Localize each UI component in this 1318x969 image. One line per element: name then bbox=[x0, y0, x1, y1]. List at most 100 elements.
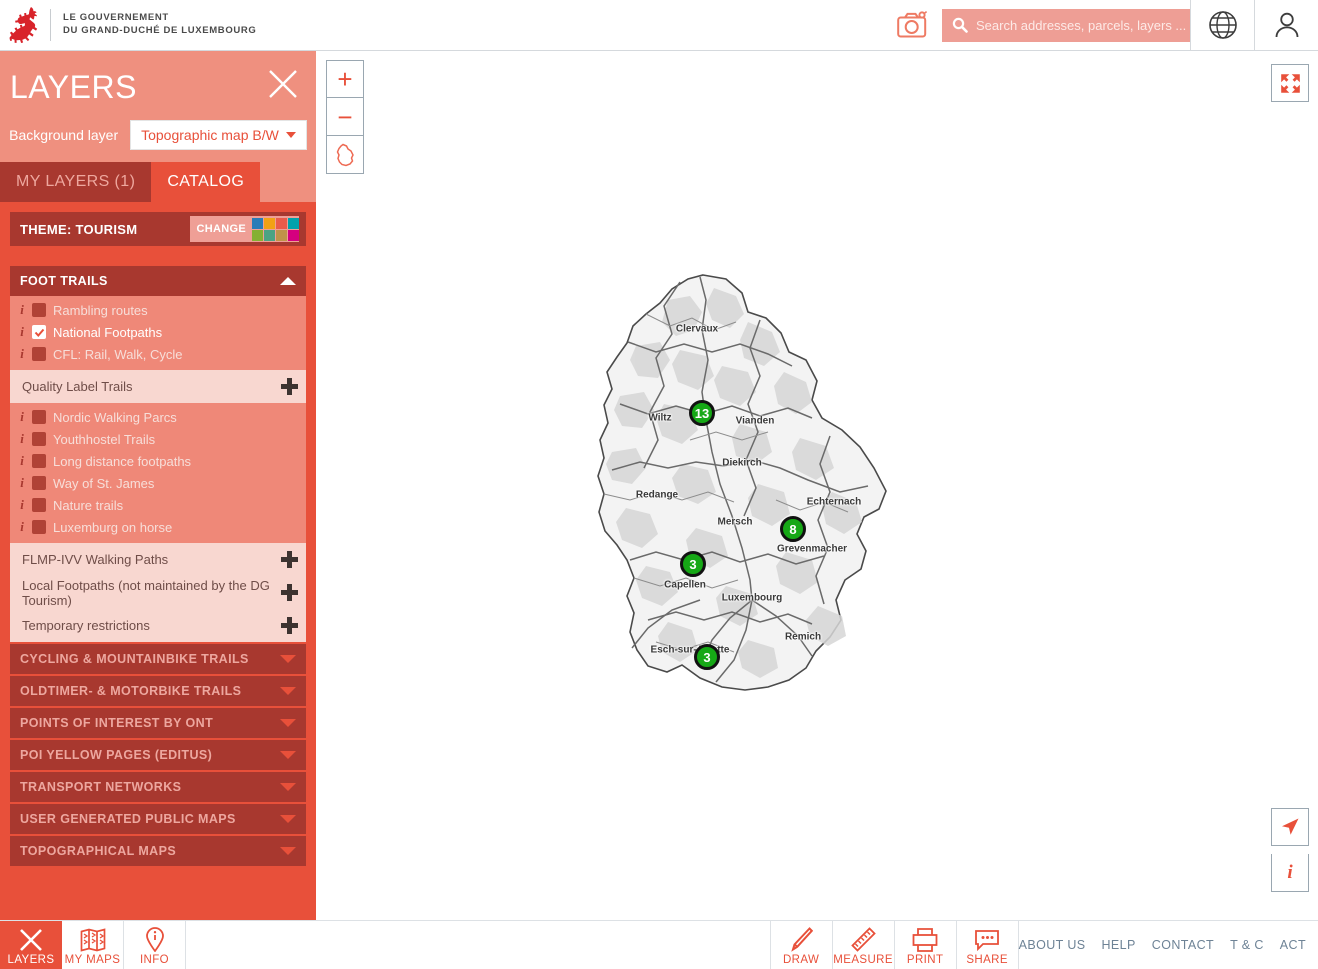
layer-row[interactable]: i CFL: Rail, Walk, Cycle bbox=[10, 343, 306, 365]
catalog-subsection[interactable]: Quality Label Trails bbox=[10, 370, 306, 403]
language-button[interactable] bbox=[1190, 0, 1254, 51]
search-icon bbox=[952, 17, 968, 33]
catalog-subsection[interactable]: Local Footpaths (not maintained by the D… bbox=[10, 576, 306, 609]
toolbar-draw[interactable]: DRAW bbox=[771, 921, 833, 969]
panel-tabs: MY LAYERS (1) CATALOG bbox=[0, 162, 316, 202]
theme-swatch-3 bbox=[288, 217, 299, 229]
toolbar-share[interactable]: SHARE bbox=[957, 921, 1019, 969]
layer-info-icon[interactable]: i bbox=[16, 453, 28, 469]
catalog-subsection-label: Local Footpaths (not maintained by the D… bbox=[22, 577, 270, 608]
catalog-section-header[interactable]: POI YELLOW PAGES (EDITUS) bbox=[10, 740, 306, 770]
catalog-section-header[interactable]: TOPOGRAPHICAL MAPS bbox=[10, 836, 306, 866]
layer-info-icon[interactable]: i bbox=[16, 497, 28, 513]
toolbar-info-label: INFO bbox=[139, 954, 170, 966]
user-icon bbox=[1275, 12, 1298, 38]
close-x-icon bbox=[19, 926, 43, 952]
layer-label: Way of St. James bbox=[53, 475, 155, 491]
layer-label: Youthhostel Trails bbox=[53, 431, 156, 447]
toolbar-print[interactable]: PRINT bbox=[895, 921, 957, 969]
theme-swatch-2 bbox=[276, 217, 287, 229]
layer-checkbox[interactable] bbox=[32, 432, 46, 446]
catalog-section-title: TOPOGRAPHICAL MAPS bbox=[20, 844, 177, 858]
geolocate-button[interactable] bbox=[1271, 808, 1309, 846]
layer-checkbox[interactable] bbox=[32, 476, 46, 490]
chevron-down-icon bbox=[280, 687, 296, 695]
tab-catalog[interactable]: CATALOG bbox=[151, 162, 261, 202]
catalog-section-header[interactable]: POINTS OF INTEREST BY ONT bbox=[10, 708, 306, 738]
layer-info-icon[interactable]: i bbox=[16, 324, 28, 340]
brand-text: LE GOUVERNEMENT DU GRAND-DUCHÉ DE LUXEMB… bbox=[63, 12, 256, 38]
layer-row[interactable]: i Nordic Walking Parcs bbox=[10, 406, 306, 428]
layer-info-icon[interactable]: i bbox=[16, 519, 28, 535]
footer-links: ABOUT US HELP CONTACT T & C ACT bbox=[1019, 921, 1318, 969]
search-box[interactable] bbox=[942, 8, 1190, 42]
layer-checkbox[interactable] bbox=[32, 303, 46, 317]
catalog-subsection-label: FLMP-IVV Walking Paths bbox=[22, 552, 169, 567]
layer-info-icon[interactable]: i bbox=[16, 431, 28, 447]
pencil-icon bbox=[789, 926, 814, 952]
catalog-subsection[interactable]: FLMP-IVV Walking Paths bbox=[10, 543, 306, 576]
close-panel-button[interactable] bbox=[268, 69, 298, 99]
expand-plus-icon[interactable] bbox=[281, 378, 298, 395]
layer-checkbox[interactable] bbox=[32, 498, 46, 512]
toolbar-layers[interactable]: LAYERS bbox=[0, 921, 62, 969]
footer-link[interactable]: T & C bbox=[1230, 938, 1264, 952]
footer-link[interactable]: HELP bbox=[1102, 938, 1136, 952]
layer-row[interactable]: i Youthhostel Trails bbox=[10, 428, 306, 450]
background-layer-select[interactable]: Topographic map B/W bbox=[130, 120, 307, 150]
luxembourg-outline-icon bbox=[336, 143, 354, 166]
camera-button[interactable] bbox=[886, 0, 942, 50]
cluster-marker[interactable]: 13 bbox=[689, 400, 715, 426]
background-layer-label: Background layer bbox=[9, 127, 119, 143]
fullscreen-button[interactable] bbox=[1271, 64, 1309, 102]
layer-label: Long distance footpaths bbox=[53, 453, 192, 469]
cluster-marker[interactable]: 8 bbox=[780, 516, 806, 542]
expand-plus-icon[interactable] bbox=[281, 584, 298, 601]
layer-row[interactable]: i Luxemburg on horse bbox=[10, 516, 306, 538]
layer-row[interactable]: i National Footpaths bbox=[10, 321, 306, 343]
layer-row[interactable]: i Long distance footpaths bbox=[10, 450, 306, 472]
map-info-button[interactable]: i bbox=[1271, 854, 1309, 892]
close-icon bbox=[269, 70, 297, 98]
catalog-section-header[interactable]: CYCLING & MOUNTAINBIKE TRAILS bbox=[10, 644, 306, 674]
account-button[interactable] bbox=[1254, 0, 1318, 51]
expand-plus-icon[interactable] bbox=[281, 551, 298, 568]
layer-row[interactable]: i Nature trails bbox=[10, 494, 306, 516]
tab-my-layers[interactable]: MY LAYERS (1) bbox=[0, 162, 152, 202]
fit-country-button[interactable] bbox=[326, 136, 364, 174]
layer-checkbox[interactable] bbox=[32, 347, 46, 361]
layer-checkbox[interactable] bbox=[32, 325, 46, 339]
footer-link[interactable]: ACT bbox=[1280, 938, 1306, 952]
cluster-marker[interactable]: 3 bbox=[680, 551, 706, 577]
catalog-section-header[interactable]: TRANSPORT NETWORKS bbox=[10, 772, 306, 802]
search-input[interactable] bbox=[976, 17, 1190, 33]
layer-checkbox[interactable] bbox=[32, 520, 46, 534]
toolbar-my-maps[interactable]: MY MAPS bbox=[62, 921, 124, 969]
zoom-in-button[interactable]: + bbox=[326, 60, 364, 98]
footer-link[interactable]: CONTACT bbox=[1152, 938, 1214, 952]
layer-info-icon[interactable]: i bbox=[16, 346, 28, 362]
layer-label: National Footpaths bbox=[53, 324, 163, 340]
cluster-marker[interactable]: 3 bbox=[694, 644, 720, 670]
layer-checkbox[interactable] bbox=[32, 410, 46, 424]
catalog-section-header[interactable]: FOOT TRAILS bbox=[10, 266, 306, 296]
tab-spacer bbox=[260, 162, 316, 202]
zoom-out-button[interactable]: − bbox=[326, 98, 364, 136]
toolbar-info[interactable]: INFO bbox=[124, 921, 186, 969]
catalog-subsection[interactable]: Temporary restrictions bbox=[10, 609, 306, 642]
layer-info-icon[interactable]: i bbox=[16, 302, 28, 318]
layer-info-icon[interactable]: i bbox=[16, 409, 28, 425]
expand-plus-icon[interactable] bbox=[281, 617, 298, 634]
change-theme-button[interactable]: CHANGE bbox=[189, 216, 299, 242]
toolbar-measure[interactable]: MEASURE bbox=[833, 921, 895, 969]
layer-info-icon[interactable]: i bbox=[16, 475, 28, 491]
catalog-section-header[interactable]: OLDTIMER- & MOTORBIKE TRAILS bbox=[10, 676, 306, 706]
layer-checkbox[interactable] bbox=[32, 454, 46, 468]
footer-link[interactable]: ABOUT US bbox=[1019, 938, 1086, 952]
catalog-section-title: POINTS OF INTEREST BY ONT bbox=[20, 716, 214, 730]
map-viewport[interactable]: Clervaux Wiltz Vianden Diekirch Redange Echte… bbox=[316, 51, 1318, 920]
catalog-section-header[interactable]: USER GENERATED PUBLIC MAPS bbox=[10, 804, 306, 834]
check-icon bbox=[34, 328, 44, 337]
layer-row[interactable]: i Rambling routes bbox=[10, 299, 306, 321]
layer-row[interactable]: i Way of St. James bbox=[10, 472, 306, 494]
